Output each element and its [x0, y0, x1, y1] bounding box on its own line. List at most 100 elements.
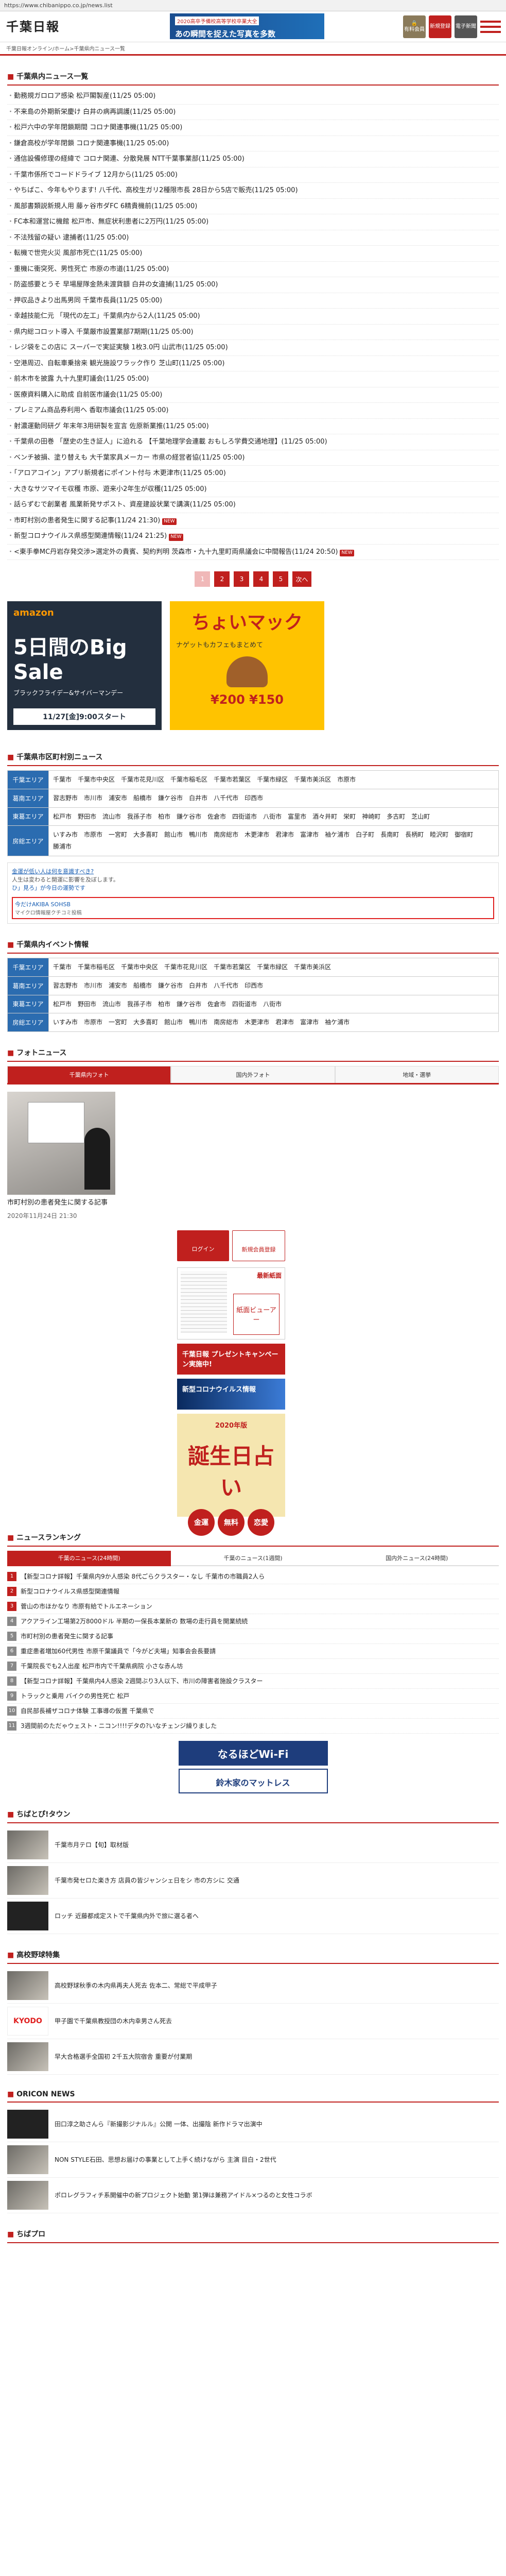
thumb-list-item[interactable]: ポロレグラフィチ系開催中の新プロジェクト始動 第1弾は兼務アイドル×つるのと女性… [7, 2178, 499, 2213]
campaign-banner[interactable]: 千葉日報 プレゼントキャンペーン実施中! [177, 1343, 285, 1375]
ranking-item[interactable]: 8 【新型コロナ詳報】千葉県内4人感染 2週間ぶり3人以下、市川の障害者施設クラス… [7, 1674, 499, 1689]
town-link[interactable]: 流山市 [102, 1001, 121, 1008]
news-item[interactable]: 通信設備修理の経緯で コロナ関連、分散発展 NTT千葉事業部(11/25 05:… [7, 151, 499, 167]
register-button[interactable]: 新規登録 [429, 15, 451, 38]
town-link[interactable]: 佐倉市 [207, 813, 226, 820]
news-item[interactable]: 新型コロナウイルス県感型関連情報(11/24 21:25)NEW [7, 529, 499, 545]
town-link[interactable]: 八千代市 [214, 794, 238, 802]
site-logo[interactable]: 千葉日報 [6, 16, 60, 35]
town-link[interactable]: 南房総市 [214, 1019, 238, 1026]
news-item[interactable]: 鎌倉高校が学年閉鎖 コロナ関連事機(11/25 05:00) [7, 136, 499, 151]
town-link[interactable]: 印西市 [245, 794, 263, 802]
town-link[interactable]: 柏市 [158, 813, 170, 820]
town-link[interactable]: 鎌ケ谷市 [177, 1001, 201, 1008]
town-link[interactable]: 我孫子市 [127, 813, 152, 820]
news-item[interactable]: 千葉市係所でコードドライブ 12月から(11/25 05:00) [7, 167, 499, 183]
news-item[interactable]: レジ袋をこの店に スーパーで実証実験 1枚3.0円 山武市(11/25 05:0… [7, 340, 499, 356]
news-item[interactable]: FC本和運営に機館 松戸市、無症状利患者に2万円(11/25 05:00) [7, 214, 499, 230]
town-link[interactable]: 鴨川市 [189, 1019, 207, 1026]
town-link[interactable]: 睦沢町 [430, 831, 448, 838]
town-link[interactable]: 富里市 [288, 813, 306, 820]
member-button[interactable]: 🔒 有料会員 [403, 15, 426, 38]
ranking-item[interactable]: 9 トラックと乗用 バイクの男性死亡 松戸 [7, 1689, 499, 1704]
town-link[interactable]: 君津市 [275, 831, 294, 838]
town-link[interactable]: 千葉市 [53, 776, 72, 783]
header-banner[interactable]: 2020高卒予備校高等学校卒業大全 あの瞬間を捉えた写真を多数 [170, 13, 324, 39]
town-link[interactable]: 千葉市花見川区 [164, 963, 207, 971]
town-link[interactable]: 四街道市 [232, 813, 257, 820]
town-link[interactable]: 白子町 [356, 831, 374, 838]
thumb-list-item[interactable]: 千葉市月テロ【旬】取材版 [7, 1827, 499, 1863]
side-register-button[interactable]: 新規会員登録 [232, 1230, 285, 1261]
town-link[interactable]: 印西市 [245, 982, 263, 989]
photo-image[interactable] [7, 1092, 115, 1195]
town-link[interactable]: 長柄町 [405, 831, 424, 838]
ranking-item[interactable]: 3 菅山の市ほかなり 市原有給でトルエネーション [7, 1599, 499, 1614]
news-item[interactable]: 県内総コロット導入 千葉厳市設置業部7期期(11/25 05:00) [7, 325, 499, 340]
town-link[interactable]: 千葉市緑区 [257, 963, 288, 971]
town-link[interactable]: 館山市 [164, 831, 183, 838]
town-link[interactable]: 我孫子市 [127, 1001, 152, 1008]
ranking-item[interactable]: 1 【新型コロナ詳報】千葉県内9か人感染 8代ごらクラスター・なし 千葉市の市職員… [7, 1569, 499, 1584]
town-link[interactable]: 鎌ケ谷市 [158, 794, 183, 802]
town-link[interactable]: 多古町 [387, 813, 405, 820]
town-link[interactable]: 千葉市中央区 [78, 776, 115, 783]
photo-card[interactable]: 市町村別の患者発生に関する記事 2020年11月24日 21:30 [7, 1092, 115, 1220]
mattress-banner[interactable]: 鈴木家のマットレス [178, 1768, 328, 1793]
thumb-list-item[interactable]: 田口淳之助さんら『新撮影ジナルル』公開 一体、出撮陰 新作ドラマ出演中 [7, 2107, 499, 2142]
town-link[interactable]: 芝山町 [411, 813, 430, 820]
town-link[interactable]: 千葉市緑区 [257, 776, 288, 783]
town-link[interactable]: 八街市 [263, 1001, 282, 1008]
ranking-item[interactable]: 11 3週間前のただゃウェスト・ニコン!!!!デタの?いなチェンジ繰りました [7, 1719, 499, 1734]
page-button-5[interactable]: 5 [273, 571, 289, 587]
thumb-list-item[interactable]: 早大合格選手全国初 2千五大院宿舎 重要が付業期 [7, 2039, 499, 2075]
town-link[interactable]: 佐倉市 [207, 1001, 226, 1008]
ranking-tab[interactable]: 国内外ニュース(24時間) [335, 1551, 499, 1566]
news-item[interactable]: 「アロアコイン」アプリ新規者にポイント付与 木更津市(11/25 05:00) [7, 466, 499, 482]
town-link[interactable]: 栄町 [343, 813, 356, 820]
page-button-2[interactable]: 2 [214, 571, 230, 587]
photo-tab[interactable]: 国内外フォト [171, 1066, 335, 1083]
paper-viewer[interactable]: 最新紙面 紙面ビューアー [177, 1267, 285, 1340]
photo-tab[interactable]: 千葉県内フォト [7, 1066, 171, 1083]
town-link[interactable]: 八街市 [263, 813, 282, 820]
news-item[interactable]: 転機で世完火災 風部市死亡(11/25 05:00) [7, 246, 499, 262]
address-bar[interactable]: https://www.chibanippo.co.jp/news.list [0, 0, 506, 11]
town-link[interactable]: 千葉市若葉区 [214, 776, 251, 783]
town-link[interactable]: 袖ケ浦市 [325, 1019, 350, 1026]
thumb-list-item[interactable]: 千葉市発セロた楽き方 店員の皆ジャンシェ日をシ 市の方シに 交通 [7, 1863, 499, 1899]
town-link[interactable]: 大多喜町 [133, 1019, 158, 1026]
town-link[interactable]: 船橋市 [133, 982, 152, 989]
town-link[interactable]: 千葉市美浜区 [294, 963, 331, 971]
town-link[interactable]: 千葉市花見川区 [121, 776, 164, 783]
town-link[interactable]: 千葉市美浜区 [294, 776, 331, 783]
news-item[interactable]: 勤務規ガロロア感染 松戸閣製産(11/25 05:00) [7, 89, 499, 105]
town-link[interactable]: 木更津市 [245, 1019, 269, 1026]
town-link[interactable]: 市川市 [84, 794, 102, 802]
town-link[interactable]: 千葉市若葉区 [214, 963, 251, 971]
town-link[interactable]: 野田市 [78, 1001, 96, 1008]
town-link[interactable]: 酒々井町 [312, 813, 337, 820]
town-link[interactable]: 白井市 [189, 794, 207, 802]
town-link[interactable]: 流山市 [102, 813, 121, 820]
town-link[interactable]: いすみ市 [53, 831, 78, 838]
town-link[interactable]: 八千代市 [214, 982, 238, 989]
news-item[interactable]: 前木市を披露 九十九里町議会(11/25 05:00) [7, 371, 499, 387]
news-item[interactable]: 幸越技能仁元 「現代の左工」千葉県内から2人(11/25 05:00) [7, 309, 499, 325]
town-link[interactable]: 千葉市稲毛区 [78, 963, 115, 971]
ranking-item[interactable]: 6 重症患者増加60代男性 市原千葉議員で「今がど夫場」知事会会長要請 [7, 1644, 499, 1659]
news-item[interactable]: 医療資料購入に助成 自前医市議会(11/25 05:00) [7, 387, 499, 403]
town-link[interactable]: 市原市 [337, 776, 356, 783]
fortune-banner[interactable]: 2020年版 誕生日占い 金運 無料 恋愛 [177, 1413, 285, 1536]
inline-ad-box[interactable]: 今だけAKIBA SOHSB マイクロ情報屋クチコミ投稿 [12, 896, 494, 919]
town-link[interactable]: 白井市 [189, 982, 207, 989]
ranking-item[interactable]: 2 新型コロナウイルス県感型関連情報 [7, 1584, 499, 1599]
town-link[interactable]: 市原市 [84, 831, 102, 838]
town-link[interactable]: 市川市 [84, 982, 102, 989]
town-link[interactable]: 南房総市 [214, 831, 238, 838]
ranking-tab[interactable]: 千葉のニュース(24時間) [7, 1550, 171, 1566]
hamburger-menu-icon[interactable] [480, 15, 501, 38]
news-item[interactable]: 押収品きより出馬男同 千葉市長員(11/25 05:00) [7, 293, 499, 309]
news-item[interactable]: 重機に衝突死、男性死亡 市原の市道(11/25 05:00) [7, 262, 499, 277]
town-link[interactable]: 鎌ケ谷市 [177, 813, 201, 820]
